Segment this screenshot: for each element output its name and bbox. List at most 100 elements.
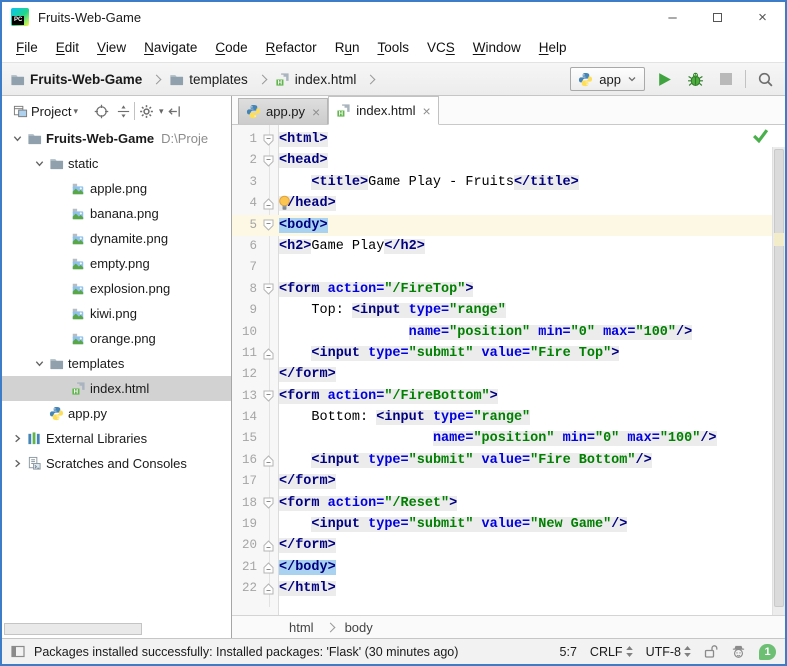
tree-item-templates[interactable]: templates <box>2 351 231 376</box>
chevron-right-icon[interactable] <box>12 433 27 444</box>
line-separator-widget[interactable]: CRLF <box>590 645 633 659</box>
menu-item-refactor[interactable]: Refactor <box>257 40 326 55</box>
code-line-4[interactable]: 4</head> <box>232 193 785 214</box>
fold-marker-icon[interactable] <box>257 215 279 236</box>
tree-item-scratches-and-consoles[interactable]: Scratches and Consoles <box>2 451 231 476</box>
fold-marker-icon[interactable] <box>257 129 279 150</box>
inspection-profile-icon[interactable] <box>731 644 746 659</box>
editor-vscrollbar[interactable] <box>772 147 785 615</box>
menu-item-file[interactable]: File <box>7 40 47 55</box>
menu-item-edit[interactable]: Edit <box>47 40 88 55</box>
code-line-11[interactable]: 11 <input type="submit" value="Fire Top"… <box>232 343 785 364</box>
code-line-21[interactable]: 21</body> <box>232 557 785 578</box>
editor-breadcrumb-body[interactable]: body <box>345 620 373 635</box>
tree-item-banana.png[interactable]: banana.png <box>2 201 231 226</box>
tree-item-orange.png[interactable]: orange.png <box>2 326 231 351</box>
code-line-3[interactable]: 3 <title>Game Play - Fruits</title> <box>232 172 785 193</box>
code-line-8[interactable]: 8<form action="/FireTop"> <box>232 279 785 300</box>
code-editor[interactable]: 1<html>2<head>3 <title>Game Play - Fruit… <box>232 125 785 615</box>
minimize-button[interactable]: – <box>650 2 695 32</box>
chevron-right-icon[interactable] <box>12 458 27 469</box>
gear-icon[interactable] <box>135 100 157 122</box>
editor-breadcrumb-html[interactable]: html <box>289 620 314 635</box>
encoding-widget[interactable]: UTF-8 <box>646 645 691 659</box>
fold-marker-icon[interactable] <box>257 279 279 300</box>
maximize-button[interactable] <box>695 2 740 32</box>
code-line-16[interactable]: 16 <input type="submit" value="Fire Bott… <box>232 450 785 471</box>
menu-item-navigate[interactable]: Navigate <box>135 40 206 55</box>
menu-item-code[interactable]: Code <box>206 40 256 55</box>
tree-item-app.py[interactable]: app.py <box>2 401 231 426</box>
breadcrumb-fruits-web-game[interactable]: Fruits-Web-Game <box>30 72 142 87</box>
tree-item-fruits-web-game[interactable]: Fruits-Web-GameD:\Proje <box>2 126 231 151</box>
fold-marker-icon[interactable] <box>257 386 279 407</box>
fold-marker-icon[interactable] <box>257 343 279 364</box>
fold-marker-icon[interactable] <box>257 535 279 556</box>
code-line-20[interactable]: 20</form> <box>232 535 785 556</box>
code-line-13[interactable]: 13<form action="/FireBottom"> <box>232 386 785 407</box>
tree-item-explosion.png[interactable]: explosion.png <box>2 276 231 301</box>
fold-marker-icon[interactable] <box>257 193 279 214</box>
close-tab-icon[interactable]: × <box>422 103 430 119</box>
vscrollbar-thumb[interactable] <box>774 149 784 607</box>
menu-item-view[interactable]: View <box>88 40 135 55</box>
lock-icon[interactable] <box>704 644 718 659</box>
stop-button[interactable] <box>714 67 738 91</box>
error-stripe-mark[interactable] <box>774 233 784 246</box>
intention-bulb-icon[interactable] <box>277 195 292 219</box>
close-button[interactable]: × <box>740 2 785 32</box>
close-tab-icon[interactable]: × <box>312 104 320 120</box>
breadcrumb-index.html[interactable]: index.html <box>295 72 357 87</box>
menu-item-run[interactable]: Run <box>326 40 369 55</box>
chevron-down-icon[interactable] <box>34 358 49 369</box>
locate-file-button[interactable] <box>90 100 112 122</box>
code-line-10[interactable]: 10 name="position" min="0" max="100"/> <box>232 322 785 343</box>
fold-marker-icon[interactable] <box>257 557 279 578</box>
code-line-7[interactable]: 7 <box>232 257 785 278</box>
breadcrumb-templates[interactable]: templates <box>189 72 248 87</box>
code-line-9[interactable]: 9 Top: <input type="range" <box>232 300 785 321</box>
code-line-19[interactable]: 19 <input type="submit" value="New Game"… <box>232 514 785 535</box>
search-everywhere-button[interactable] <box>753 67 777 91</box>
chevron-down-icon[interactable] <box>34 158 49 169</box>
code-line-17[interactable]: 17</form> <box>232 471 785 492</box>
code-line-15[interactable]: 15 name="position" min="0" max="100"/> <box>232 428 785 449</box>
collapse-all-button[interactable] <box>164 100 186 122</box>
fold-marker-icon[interactable] <box>257 150 279 171</box>
run-config-selector[interactable]: app <box>570 67 645 91</box>
code-line-18[interactable]: 18<form action="/Reset"> <box>232 493 785 514</box>
notification-badge[interactable]: 1 <box>759 644 776 660</box>
menu-item-window[interactable]: Window <box>464 40 530 55</box>
toolwindow-toggle-icon[interactable] <box>11 645 25 658</box>
editor-tab-index.html[interactable]: Hindex.html× <box>328 96 438 125</box>
fold-marker-icon[interactable] <box>257 578 279 599</box>
tree-item-kiwi.png[interactable]: kiwi.png <box>2 301 231 326</box>
code-line-5[interactable]: 5<body> <box>232 215 785 236</box>
menu-item-tools[interactable]: Tools <box>368 40 418 55</box>
tree-item-static[interactable]: static <box>2 151 231 176</box>
inspection-ok-icon[interactable] <box>752 128 769 148</box>
debug-button[interactable] <box>683 67 707 91</box>
code-line-12[interactable]: 12</form> <box>232 364 785 385</box>
code-line-22[interactable]: 22</html> <box>232 578 785 599</box>
fold-marker-icon[interactable] <box>257 450 279 471</box>
fold-marker-icon[interactable] <box>257 493 279 514</box>
hscrollbar-thumb[interactable] <box>4 623 142 635</box>
code-line-1[interactable]: 1<html> <box>232 129 785 150</box>
run-button[interactable] <box>652 67 676 91</box>
project-hscrollbar[interactable] <box>2 623 231 636</box>
chevron-down-icon[interactable]: ▾ <box>73 106 78 117</box>
menu-item-help[interactable]: Help <box>530 40 576 55</box>
tree-item-dynamite.png[interactable]: dynamite.png <box>2 226 231 251</box>
code-line-14[interactable]: 14 Bottom: <input type="range" <box>232 407 785 428</box>
editor-tab-app.py[interactable]: app.py× <box>238 98 328 124</box>
code-line-2[interactable]: 2<head> <box>232 150 785 171</box>
caret-position-widget[interactable]: 5:7 <box>560 645 577 659</box>
tree-item-external-libraries[interactable]: External Libraries <box>2 426 231 451</box>
chevron-down-icon[interactable] <box>12 133 27 144</box>
tree-item-apple.png[interactable]: apple.png <box>2 176 231 201</box>
code-line-6[interactable]: 6<h2>Game Play</h2> <box>232 236 785 257</box>
tree-item-empty.png[interactable]: empty.png <box>2 251 231 276</box>
expand-collapse-button[interactable] <box>112 100 134 122</box>
tree-item-index.html[interactable]: Hindex.html <box>2 376 231 401</box>
